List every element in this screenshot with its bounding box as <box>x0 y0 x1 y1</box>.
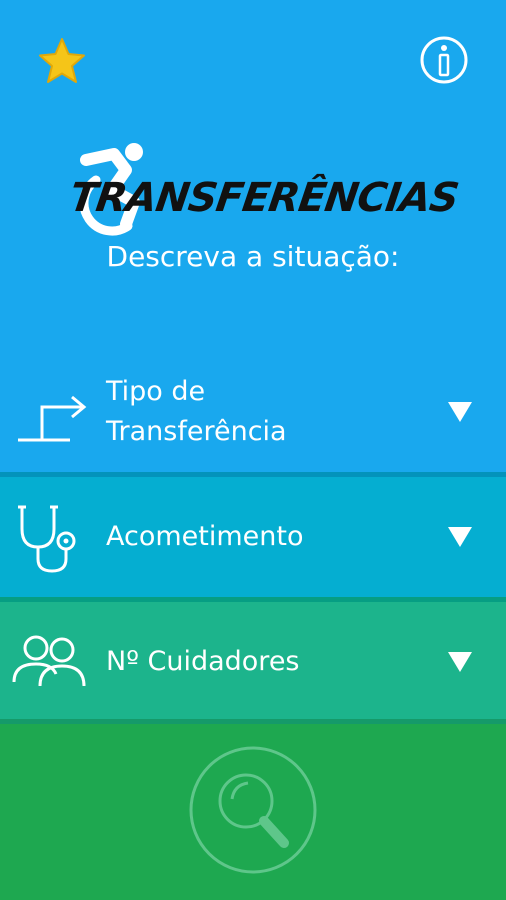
search-button[interactable] <box>188 745 318 875</box>
stethoscope-icon <box>18 505 76 573</box>
chevron-down-icon <box>448 527 472 547</box>
chevron-down-icon <box>448 652 472 672</box>
people-icon <box>12 635 86 687</box>
transfer-type-select[interactable]: Tipo de Transferência <box>0 350 506 472</box>
transfer-type-label-line2: Transferência <box>106 416 287 447</box>
info-icon[interactable] <box>418 34 470 86</box>
condition-select[interactable]: Acometimento <box>0 472 506 597</box>
transfer-type-label-line1: Tipo de <box>106 376 206 407</box>
star-icon[interactable] <box>36 36 88 86</box>
logo-text: TRANSFERÊNCIAS <box>66 175 461 221</box>
search-icon <box>218 773 289 848</box>
condition-label: Acometimento <box>106 521 304 552</box>
page-subtitle: Descreva a situação: <box>106 240 400 273</box>
caregivers-label: Nº Cuidadores <box>106 646 300 677</box>
transfer-arrow-icon <box>18 395 87 442</box>
chevron-down-icon <box>448 402 472 422</box>
caregivers-select[interactable]: Nº Cuidadores <box>0 597 506 719</box>
